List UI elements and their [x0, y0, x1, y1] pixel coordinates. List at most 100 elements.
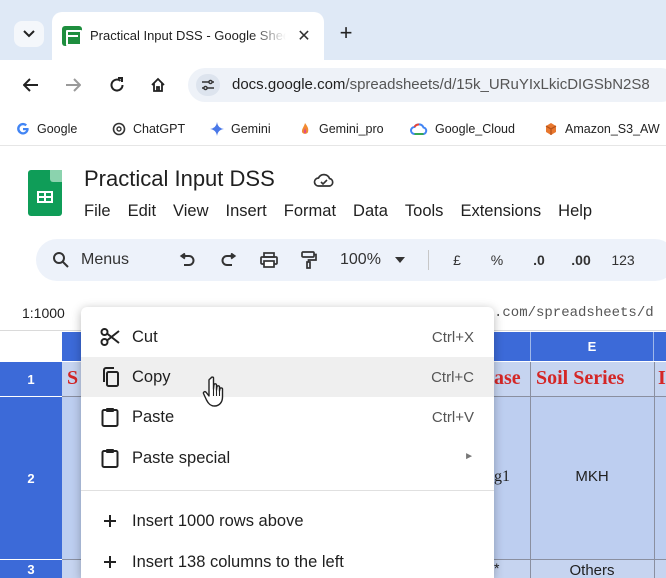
- decrease-decimal-label: .0: [533, 252, 545, 268]
- clipboard-icon: [99, 406, 121, 428]
- zoom-select[interactable]: 100%: [340, 249, 414, 271]
- menu-extensions[interactable]: Extensions: [460, 202, 541, 222]
- site-info-icon[interactable]: [196, 74, 220, 96]
- row-header-1[interactable]: 1: [0, 362, 62, 396]
- menu-tools[interactable]: Tools: [405, 202, 444, 222]
- url-text: docs.google.com/spreadsheets/d/15k_URuYI…: [232, 76, 650, 93]
- menus-search-label: Menus: [81, 251, 130, 268]
- menu-item-insert-rows-above[interactable]: Insert 1000 rows above: [81, 501, 494, 541]
- google-sheets-logo-icon[interactable]: [28, 170, 62, 216]
- arrow-right-icon: [66, 78, 81, 92]
- sheets-menubar: File Edit View Insert Format Data Tools …: [84, 202, 609, 222]
- bookmarks-bar: Google ChatGPT Gemini Gemini_pro Google_…: [0, 110, 666, 146]
- print-button[interactable]: [258, 249, 280, 271]
- reload-icon: [110, 77, 124, 92]
- bookmark-label: ChatGPT: [133, 122, 186, 136]
- menu-data[interactable]: Data: [353, 202, 388, 222]
- cell-e1-soil-series: Soil Series: [536, 367, 625, 389]
- undo-button[interactable]: [176, 249, 198, 271]
- reload-button[interactable]: [104, 72, 130, 98]
- menu-item-shortcut: Ctrl+V: [431, 409, 474, 426]
- document-title[interactable]: Practical Input DSS: [84, 166, 275, 192]
- forward-button[interactable]: [60, 72, 86, 98]
- menu-item-paste[interactable]: Paste Ctrl+V: [81, 397, 494, 437]
- menu-insert[interactable]: Insert: [226, 202, 267, 222]
- back-button[interactable]: [18, 72, 44, 98]
- cell-d1-fragment: ase: [494, 367, 521, 389]
- menu-item-insert-columns-left[interactable]: Insert 138 columns to the left: [81, 542, 494, 578]
- gemini-pro-icon: [298, 122, 312, 136]
- percent-format-button[interactable]: %: [486, 249, 508, 271]
- decrease-decimal-button[interactable]: .0: [524, 249, 554, 271]
- redo-icon: [221, 253, 237, 266]
- name-box[interactable]: 1:1000: [22, 305, 65, 321]
- column-divider: [654, 362, 655, 578]
- paint-format-button[interactable]: [298, 249, 320, 271]
- menu-item-label: Insert 1000 rows above: [132, 512, 304, 530]
- browser-tab-strip: Practical Input DSS - Google Sheets ✕ +: [0, 0, 666, 60]
- menu-help[interactable]: Help: [558, 202, 592, 222]
- arrow-left-icon: [23, 78, 38, 92]
- address-bar: docs.google.com/spreadsheets/d/15k_URuYI…: [0, 60, 666, 110]
- menu-item-label: Insert 138 columns to the left: [132, 553, 344, 571]
- close-tab-icon[interactable]: ✕: [292, 24, 316, 48]
- row-header-3[interactable]: 3: [0, 560, 62, 578]
- active-browser-tab[interactable]: Practical Input DSS - Google Sheets ✕: [52, 12, 324, 60]
- menu-file[interactable]: File: [84, 202, 111, 222]
- bookmark-google[interactable]: Google: [16, 119, 77, 139]
- redo-button[interactable]: [218, 249, 240, 271]
- menu-view[interactable]: View: [173, 202, 208, 222]
- menu-edit[interactable]: Edit: [128, 202, 156, 222]
- new-tab-button[interactable]: +: [332, 19, 360, 47]
- home-icon: [151, 77, 165, 92]
- row-context-menu: Cut Ctrl+X Copy Ctrl+C Paste Ctrl+V Past…: [81, 307, 494, 578]
- cell-e2-value: MKH: [575, 468, 609, 485]
- cell-d3-fragment: *: [494, 560, 500, 576]
- cloud-saved-icon[interactable]: [313, 172, 335, 188]
- menu-item-label: Cut: [132, 328, 158, 346]
- menu-format[interactable]: Format: [284, 202, 336, 222]
- increase-decimal-label: .00: [571, 252, 591, 268]
- bookmark-gemini[interactable]: Gemini: [210, 119, 271, 139]
- undo-icon: [179, 253, 195, 266]
- menu-item-shortcut: Ctrl+C: [431, 369, 474, 386]
- menu-item-label: Copy: [132, 368, 171, 386]
- bookmark-label: Google_Cloud: [435, 122, 515, 136]
- plus-icon: [99, 551, 121, 573]
- currency-format-button[interactable]: £: [446, 249, 468, 271]
- url-omnibox[interactable]: docs.google.com/spreadsheets/d/15k_URuYI…: [188, 68, 666, 102]
- menus-search-button[interactable]: Menus: [52, 249, 129, 271]
- search-icon: [53, 252, 69, 268]
- bookmark-label: Amazon_S3_AW: [565, 122, 660, 136]
- formula-bar-text[interactable]: .com/spreadsheets/d: [494, 305, 654, 321]
- tab-search-button[interactable]: [14, 21, 44, 47]
- google-cloud-icon: [410, 122, 428, 136]
- sheets-toolbar: Menus 100% £ % .0 .00 123: [36, 239, 666, 281]
- gemini-icon: [210, 122, 224, 136]
- bookmark-chatgpt[interactable]: ChatGPT: [112, 119, 185, 139]
- menu-item-shortcut: Ctrl+X: [431, 329, 474, 346]
- bookmark-google-cloud[interactable]: Google_Cloud: [410, 119, 515, 139]
- increase-decimal-button[interactable]: .00: [564, 249, 598, 271]
- column-header-e[interactable]: E: [530, 332, 654, 361]
- scissors-icon: [99, 326, 121, 348]
- row-header-2[interactable]: 2: [0, 397, 62, 559]
- chevron-down-icon: [23, 30, 35, 38]
- menu-item-cut[interactable]: Cut Ctrl+X: [81, 317, 494, 357]
- zoom-value: 100%: [340, 251, 381, 268]
- menu-separator: [81, 490, 494, 491]
- copy-icon: [99, 366, 121, 388]
- hand-pointer-cursor-icon: [202, 376, 224, 407]
- home-button[interactable]: [145, 72, 171, 98]
- bookmark-gemini-pro[interactable]: Gemini_pro: [298, 119, 384, 139]
- menu-item-copy[interactable]: Copy Ctrl+C: [81, 357, 494, 397]
- bookmark-label: Google: [37, 122, 78, 136]
- menu-item-paste-special[interactable]: Paste special ►: [81, 438, 494, 478]
- number-format-button[interactable]: 123: [608, 249, 638, 271]
- bookmark-label: Gemini_pro: [319, 122, 384, 136]
- bookmark-label: Gemini: [231, 122, 271, 136]
- google-icon: [16, 122, 30, 136]
- printer-icon: [260, 252, 278, 268]
- cell-d2-fragment: g1: [494, 468, 510, 485]
- bookmark-amazon-s3[interactable]: Amazon_S3_AW: [544, 119, 660, 139]
